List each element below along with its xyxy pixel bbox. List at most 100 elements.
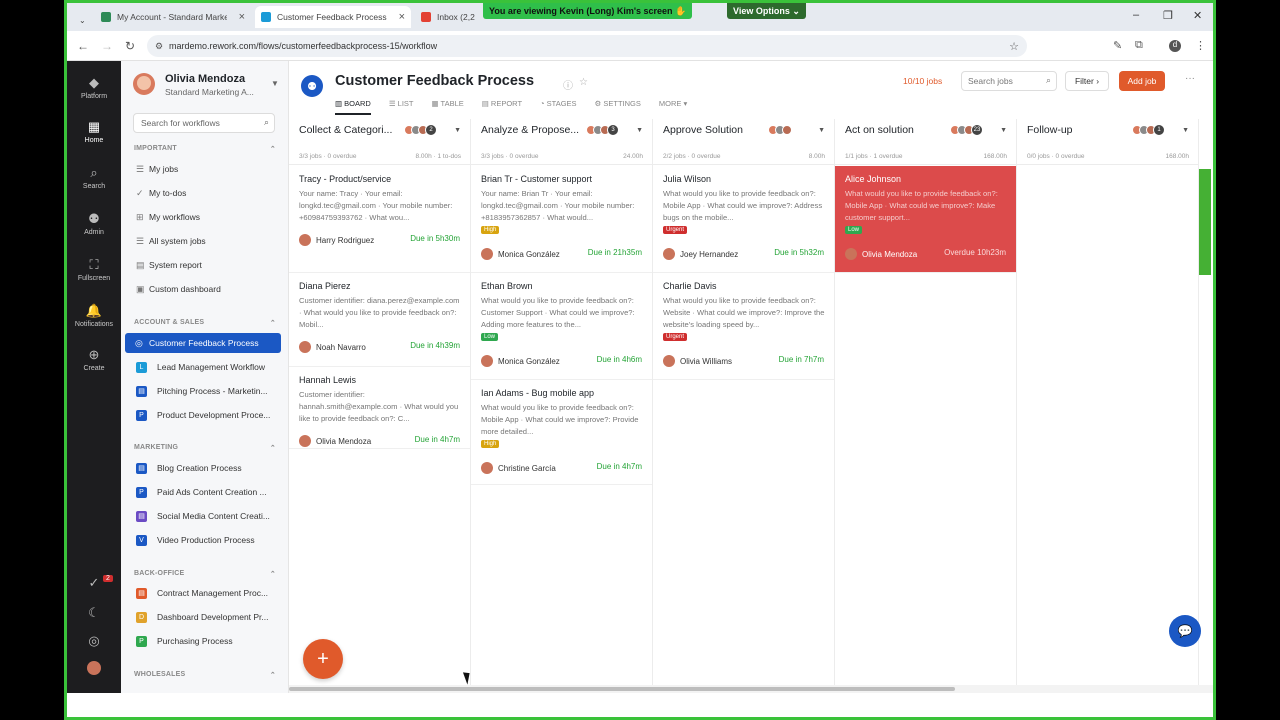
site-info-icon[interactable]: ⚙ <box>155 41 163 52</box>
profile-icon[interactable]: d <box>1169 40 1181 52</box>
sidebar-item-my-jobs[interactable]: ☰ My jobs <box>133 159 281 179</box>
extensions-icon[interactable]: ⧉ <box>1135 39 1143 52</box>
job-card[interactable]: Ian Adams - Bug mobile app What would you… <box>471 380 652 485</box>
tab-list[interactable]: ☰ LIST <box>389 97 414 115</box>
sidebar-item-purchasing[interactable]: P Purchasing Process <box>133 631 281 651</box>
user-menu[interactable]: Olivia Mendoza Standard Marketing A... <box>133 73 254 97</box>
rail-home[interactable]: ▦ Home <box>67 119 121 144</box>
minimize-icon[interactable]: – <box>1133 9 1139 21</box>
section-back-office[interactable]: BACK-OFFICE ⌃ <box>134 570 284 578</box>
rail-help[interactable]: ◎ <box>67 633 121 651</box>
caret-down-icon[interactable]: ▼ <box>271 79 279 88</box>
browser-tab-workflow[interactable]: Customer Feedback Process × <box>255 6 411 28</box>
sidebar-item-video-production[interactable]: V Video Production Process <box>133 530 281 550</box>
assignee-avatars[interactable]: 23 <box>950 124 983 136</box>
tab-more[interactable]: MORE ▾ <box>659 97 687 115</box>
rail-create[interactable]: ⊕ Create <box>67 347 121 372</box>
view-options-button[interactable]: View Options ⌄ <box>727 3 806 19</box>
close-window-icon[interactable]: ✕ <box>1193 9 1202 22</box>
job-owner[interactable]: Christine García <box>481 462 556 474</box>
job-owner[interactable]: Olivia Mendoza <box>299 435 371 447</box>
section-wholesales[interactable]: WHOLESALES ⌃ <box>134 671 284 679</box>
section-marketing[interactable]: MARKETING ⌃ <box>134 444 284 452</box>
job-owner[interactable]: Harry Rodriguez <box>299 234 374 246</box>
workflow-search-input[interactable]: Search for workflows ⌕ <box>133 113 275 133</box>
job-card[interactable]: Ethan Brown What would you like to provid… <box>471 273 652 380</box>
job-owner[interactable]: Monica González <box>481 248 560 260</box>
rail-platform[interactable]: ◆ Platform <box>67 75 121 100</box>
job-card[interactable]: Hannah Lewis Customer identifier: hannah.… <box>289 367 470 449</box>
job-card[interactable]: Julia Wilson What would you like to provi… <box>653 166 834 273</box>
tab-board[interactable]: ▥ BOARD <box>335 97 371 115</box>
rail-admin[interactable]: ⚉ Admin <box>67 211 121 236</box>
chat-icon[interactable]: 💬 <box>1169 615 1201 647</box>
section-account-sales[interactable]: ACCOUNT & SALES ⌃ <box>134 319 284 327</box>
scrollbar-thumb[interactable] <box>289 687 955 691</box>
column-title[interactable]: Analyze & Propose... <box>481 124 585 136</box>
caret-down-icon[interactable]: ▼ <box>454 127 461 134</box>
rail-todos[interactable]: ✓ 2 <box>67 575 121 593</box>
rail-notifications[interactable]: 🔔 Notifications <box>67 303 121 328</box>
column-title[interactable]: Act on solution <box>845 124 949 136</box>
rail-night-mode[interactable]: ☾ <box>67 605 121 623</box>
column-title[interactable]: Approve Solution <box>663 124 767 136</box>
rail-avatar[interactable] <box>67 661 121 679</box>
assignee-avatars[interactable] <box>768 125 792 135</box>
url-field[interactable]: ⚙ mardemo.rework.com/flows/customerfeedb… <box>147 35 1027 57</box>
sidebar-item-product-development[interactable]: P Product Development Proce... <box>133 405 281 425</box>
tab-stages[interactable]: ◔ STAGES <box>540 97 577 115</box>
sidebar-item-my-todos[interactable]: ✓ My to-dos <box>133 183 281 203</box>
sidebar-item-blog-creation[interactable]: ▤ Blog Creation Process <box>133 458 281 478</box>
caret-down-icon[interactable]: ▼ <box>818 127 825 134</box>
job-card[interactable]: Tracy - Product/service Your name: Tracy … <box>289 166 470 273</box>
assignee-avatars[interactable]: 3 <box>586 124 619 136</box>
sidebar-item-dashboard-development[interactable]: D Dashboard Development Pr... <box>133 607 281 627</box>
job-card[interactable]: Alice Johnson What would you like to prov… <box>835 166 1016 273</box>
tab-report[interactable]: ▤ REPORT <box>482 97 522 115</box>
sidebar-item-paid-ads[interactable]: P Paid Ads Content Creation ... <box>133 482 281 502</box>
browser-menu-icon[interactable]: ⋮ <box>1195 39 1206 52</box>
pin-icon[interactable]: ✎ <box>1113 39 1122 52</box>
job-owner[interactable]: Noah Navarro <box>299 341 366 353</box>
more-options-icon[interactable]: ··· <box>1185 73 1195 84</box>
caret-down-icon[interactable]: ▼ <box>636 127 643 134</box>
tab-table[interactable]: ▦ TABLE <box>432 97 464 115</box>
section-important[interactable]: IMPORTANT ⌃ <box>134 145 284 153</box>
sidebar-item-customer-feedback[interactable]: ◎ Customer Feedback Process <box>125 333 281 353</box>
sidebar-item-contract-management[interactable]: ▤ Contract Management Proc... <box>133 583 281 603</box>
bookmark-star-icon[interactable]: ☆ <box>1009 40 1019 53</box>
browser-tab-account[interactable]: My Account - Standard Market × <box>95 6 251 28</box>
info-icon[interactable]: ⓘ <box>563 77 573 92</box>
assignee-avatars[interactable]: 2 <box>404 124 437 136</box>
filter-button[interactable]: Filter › <box>1065 71 1109 91</box>
job-owner[interactable]: Olivia Mendoza <box>845 248 917 260</box>
job-card[interactable]: Charlie Davis What would you like to prov… <box>653 273 834 380</box>
horizontal-scrollbar[interactable] <box>289 685 1213 693</box>
close-tab-icon[interactable]: × <box>399 11 405 23</box>
rail-search[interactable]: ⌕ Search <box>67 165 121 190</box>
sidebar-item-pitching-process[interactable]: ▤ Pitching Process - Marketin... <box>133 381 281 401</box>
rail-fullscreen[interactable]: ⛶ Fullscreen <box>67 257 121 282</box>
tab-settings[interactable]: ⚙ SETTINGS <box>595 97 641 115</box>
column-title[interactable]: Collect & Categori... <box>299 124 403 136</box>
caret-down-icon[interactable]: ▼ <box>1000 127 1007 134</box>
restore-icon[interactable]: ❐ <box>1163 9 1173 22</box>
job-search-input[interactable]: Search jobs ⌕ <box>961 71 1057 91</box>
add-job-button[interactable]: Add job <box>1119 71 1165 91</box>
back-icon[interactable]: ← <box>77 39 89 53</box>
assignee-avatars[interactable]: 1 <box>1132 124 1165 136</box>
sidebar-item-custom-dashboard[interactable]: ▣ Custom dashboard <box>133 279 281 299</box>
sidebar-item-social-media[interactable]: ▤ Social Media Content Creati... <box>133 506 281 526</box>
tab-list-icon[interactable]: ⌄ <box>73 9 86 31</box>
sidebar-item-system-report[interactable]: ▤ System report <box>133 255 281 275</box>
job-card[interactable]: Diana Pierez Customer identifier: diana.p… <box>289 273 470 367</box>
job-owner[interactable]: Monica González <box>481 355 560 367</box>
reload-icon[interactable]: ↻ <box>125 39 135 53</box>
column-title[interactable]: Follow-up <box>1027 124 1131 136</box>
sidebar-item-my-workflows[interactable]: ⊞ My workflows <box>133 207 281 227</box>
close-tab-icon[interactable]: × <box>239 11 245 23</box>
job-card[interactable]: Brian Tr - Customer support Your name: Br… <box>471 166 652 273</box>
sidebar-item-lead-management[interactable]: L Lead Management Workflow <box>133 357 281 377</box>
star-icon[interactable]: ☆ <box>579 77 588 88</box>
job-owner[interactable]: Olivia Williams <box>663 355 732 367</box>
